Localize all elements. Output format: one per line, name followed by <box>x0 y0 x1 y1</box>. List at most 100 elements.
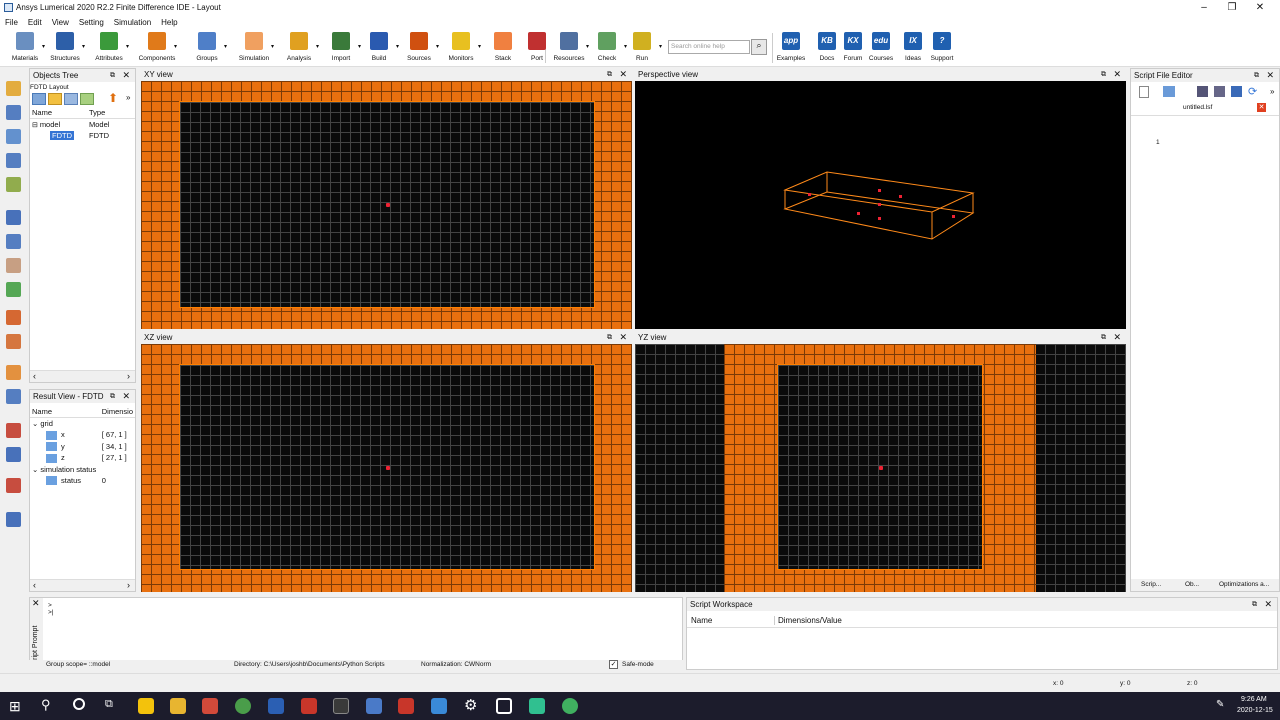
cortana-icon[interactable] <box>73 698 85 710</box>
float-icon[interactable]: ⧉ <box>1254 69 1259 82</box>
save-icon[interactable] <box>1197 86 1208 97</box>
pdf-icon[interactable] <box>301 698 317 714</box>
up-arrow-icon[interactable]: ⬆ <box>108 91 118 105</box>
dropdown-arrow-icon[interactable]: ▾ <box>478 43 481 50</box>
photos-icon[interactable] <box>431 698 447 714</box>
menu-edit[interactable]: Edit <box>23 16 47 29</box>
clock-date[interactable]: 2020-12-15 <box>1237 707 1273 714</box>
xz-view[interactable]: XZ view ⧉ ✕ <box>141 331 632 592</box>
tab-objects[interactable]: Ob... <box>1185 581 1199 588</box>
xy-view[interactable]: XY view ⧉ ✕ <box>141 68 632 329</box>
active-window-icon[interactable] <box>496 698 512 714</box>
add-object-icon[interactable] <box>32 93 46 105</box>
clock-time[interactable]: 9:26 AM <box>1241 696 1267 703</box>
triangle-icon[interactable] <box>6 129 21 144</box>
tree-row[interactable]: ⊟ model Model <box>30 119 135 131</box>
windows-start-icon[interactable]: ⊞ <box>9 698 21 715</box>
tree-row[interactable]: FDTD FDTD <box>30 130 135 141</box>
close-icon[interactable]: ✕ <box>122 69 130 82</box>
horizontal-scrollbar[interactable]: ‹ › <box>30 579 135 591</box>
safe-mode-checkbox[interactable]: ✓ <box>609 660 618 669</box>
more-icon[interactable]: » <box>126 93 130 102</box>
zoom-extent-icon[interactable] <box>6 310 21 325</box>
groups-button[interactable]: Groups ▾ <box>186 31 228 62</box>
result-row[interactable]: y [ 34, 1 ] <box>30 441 135 453</box>
result-row[interactable]: z [ 27, 1 ] <box>30 452 135 464</box>
maximize-button[interactable]: ❐ <box>1218 1 1246 15</box>
close-tab-icon[interactable]: ✕ <box>1257 103 1266 112</box>
attributes-button[interactable]: Attributes ▾ <box>88 31 130 62</box>
components-button[interactable]: Components ▾ <box>136 31 178 62</box>
lumerical-icon[interactable] <box>398 698 414 714</box>
select-arrow-icon[interactable] <box>6 210 21 225</box>
analysis-button[interactable]: Analysis ▾ <box>278 31 320 62</box>
new-file-icon[interactable] <box>1139 86 1149 98</box>
app-gear-icon[interactable] <box>202 698 218 714</box>
close-icon[interactable]: ✕ <box>1113 68 1121 81</box>
network-icon[interactable]: ✎ <box>1216 699 1224 710</box>
pencil-icon[interactable] <box>6 81 21 96</box>
menu-file[interactable]: File <box>0 16 23 29</box>
tab-optimizations[interactable]: Optimizations a... <box>1219 581 1269 588</box>
sticky-notes-icon[interactable] <box>138 698 154 714</box>
horizontal-scrollbar[interactable]: ‹ › <box>30 370 135 382</box>
table-icon[interactable] <box>6 389 21 404</box>
dropdown-arrow-icon[interactable]: ▾ <box>316 43 319 50</box>
close-icon[interactable]: ✕ <box>619 331 627 344</box>
float-icon[interactable]: ⧉ <box>1101 68 1106 81</box>
editor-tab[interactable]: untitled.lsf ✕ <box>1131 102 1279 116</box>
open-folder-icon[interactable] <box>1231 86 1242 97</box>
dropdown-arrow-icon[interactable]: ▾ <box>82 43 85 50</box>
dropdown-arrow-icon[interactable]: ▾ <box>436 43 439 50</box>
pan-hand-icon[interactable] <box>6 258 21 273</box>
import-button[interactable]: Import ▾ <box>320 31 362 62</box>
simulation-button[interactable]: Simulation ▾ <box>233 31 275 62</box>
menu-setting[interactable]: Setting <box>74 16 109 29</box>
task-view-icon[interactable]: ⧉ <box>105 698 113 711</box>
axis-y-icon[interactable] <box>6 512 21 527</box>
close-icon[interactable]: ✕ <box>1113 331 1121 344</box>
close-icon[interactable]: ✕ <box>1266 69 1274 82</box>
axis-x-icon[interactable] <box>6 478 21 493</box>
result-row[interactable]: x [ 67, 1 ] <box>30 429 135 441</box>
structures-button[interactable]: Structures ▾ <box>44 31 86 62</box>
menu-help[interactable]: Help <box>156 16 182 29</box>
terminal-icon[interactable] <box>333 698 349 714</box>
ruler-icon[interactable] <box>6 282 21 297</box>
run-button[interactable]: Run ▾ <box>621 31 663 62</box>
structure-icon[interactable] <box>6 105 21 120</box>
monitor-icon[interactable] <box>6 447 21 462</box>
prompt-cursor-line[interactable]: >| <box>48 609 53 616</box>
close-icon[interactable]: ✕ <box>122 390 130 403</box>
search-icon[interactable]: ⚲ <box>41 697 51 713</box>
settings-gear-icon[interactable]: ⚙ <box>464 696 477 714</box>
dropdown-arrow-icon[interactable]: ▾ <box>659 43 662 50</box>
app-round-icon[interactable] <box>562 698 578 714</box>
monitors-button[interactable]: Monitors ▾ <box>440 31 482 62</box>
close-button[interactable]: ✕ <box>1246 1 1274 15</box>
search-online-help-input[interactable]: Search online help <box>668 40 750 54</box>
float-icon[interactable]: ⧉ <box>110 390 115 403</box>
materials-button[interactable]: Materials ▾ <box>4 31 46 62</box>
delete-icon[interactable] <box>6 177 21 192</box>
dropdown-arrow-icon[interactable]: ▾ <box>224 43 227 50</box>
resources-button[interactable]: Resources ▾ <box>548 31 590 62</box>
more-icon[interactable]: » <box>1270 87 1274 96</box>
chrome-icon[interactable] <box>235 698 251 714</box>
float-icon[interactable]: ⧉ <box>110 69 115 82</box>
float-icon[interactable]: ⧉ <box>607 68 612 81</box>
mesh-icon[interactable] <box>6 365 21 380</box>
dropdown-arrow-icon[interactable]: ▾ <box>271 43 274 50</box>
expand-icon[interactable] <box>80 93 94 105</box>
file-explorer-icon[interactable] <box>170 698 186 714</box>
float-icon[interactable]: ⧉ <box>607 331 612 344</box>
dropdown-arrow-icon[interactable]: ▾ <box>126 43 129 50</box>
grid-icon[interactable] <box>6 334 21 349</box>
close-icon[interactable]: ✕ <box>619 68 627 81</box>
search-icon[interactable]: ⌕ <box>751 39 767 55</box>
word-icon[interactable] <box>268 698 284 714</box>
result-group[interactable]: ⌄ grid <box>30 418 135 430</box>
chat-icon[interactable] <box>529 698 545 714</box>
open-file-icon[interactable] <box>1163 86 1175 97</box>
zoom-icon[interactable] <box>6 234 21 249</box>
